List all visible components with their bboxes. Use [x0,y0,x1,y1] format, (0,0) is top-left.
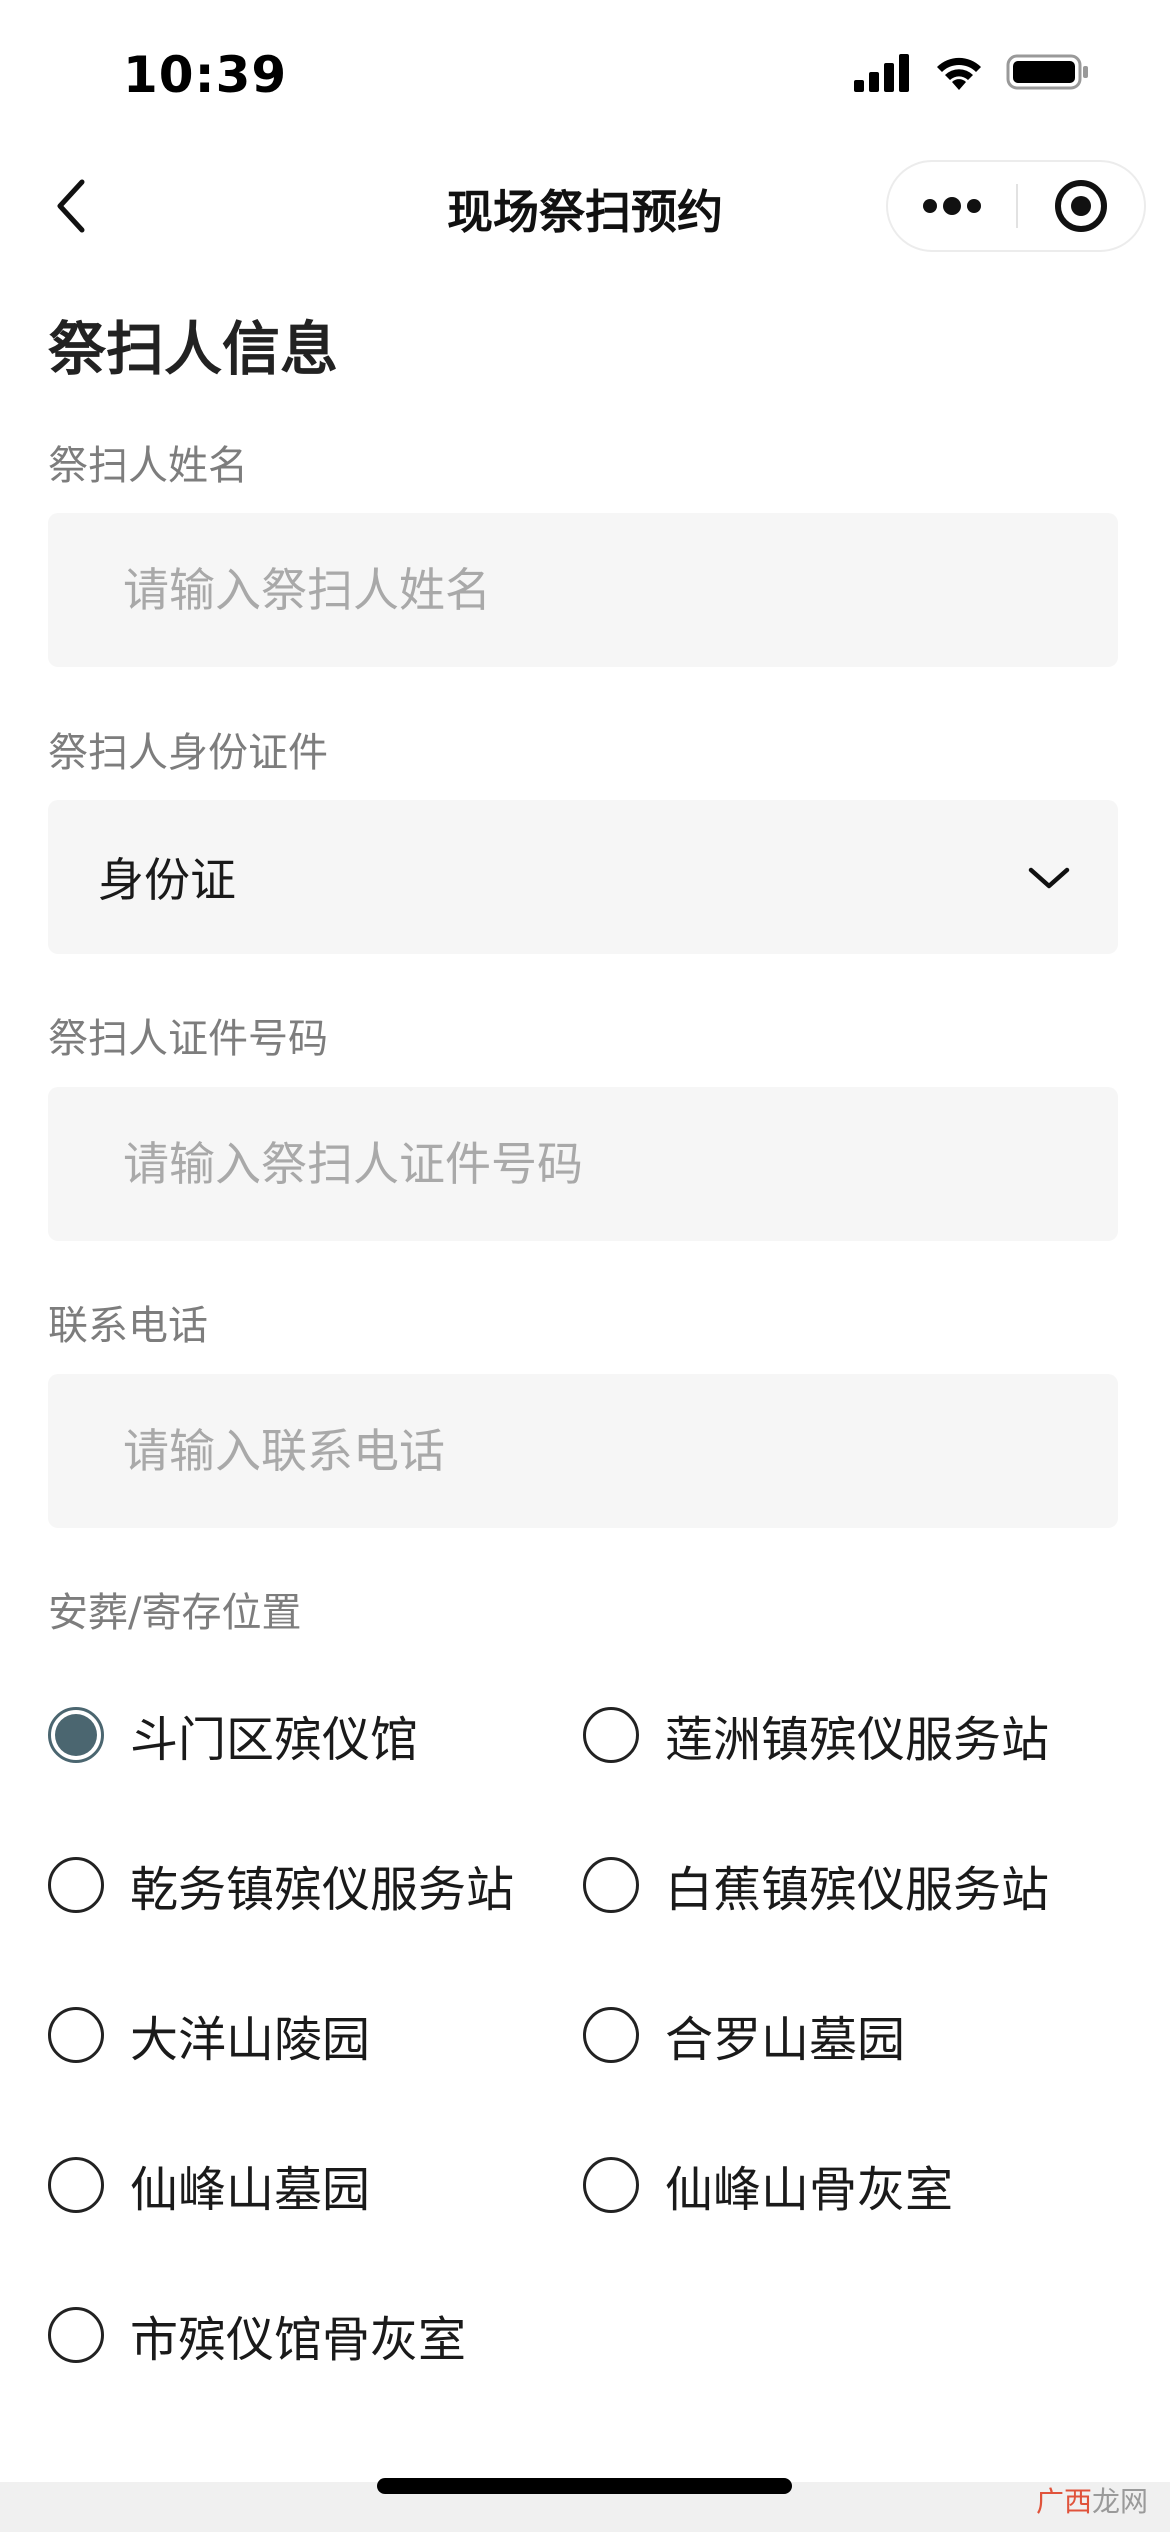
location-option-label: 大洋山陵园 [130,2012,371,2068]
radio-unchecked[interactable] [583,2157,639,2213]
location-option[interactable]: 斗门区殡仪馆 [48,1690,418,1780]
battery-icon [1006,54,1088,90]
id-type-value: 身份证 [98,853,236,907]
radio-unchecked[interactable] [48,2157,104,2213]
status-bar: 10:39 [0,0,1170,140]
wifi-icon [937,57,981,90]
id-number-label: 祭扫人证件号码 [48,1016,328,1062]
more-icon [923,197,981,215]
chevron-down-icon [1028,867,1070,889]
location-option[interactable]: 白蕉镇殡仪服务站 [583,1840,1049,1930]
radio-unchecked[interactable] [48,2307,104,2363]
section-title: 祭扫人信息 [48,315,339,383]
radio-unchecked[interactable] [583,1857,639,1913]
location-option-label: 斗门区殡仪馆 [130,1712,419,1768]
location-option[interactable]: 乾务镇殡仪服务站 [48,1840,514,1930]
radio-dot [55,1714,97,1756]
location-option-label: 白蕉镇殡仪服务站 [665,1862,1050,1918]
location-option[interactable]: 仙峰山墓园 [48,2140,370,2230]
name-field[interactable] [48,513,1118,667]
mini-program-capsule [886,160,1146,252]
location-option[interactable]: 大洋山陵园 [48,1990,370,2080]
watermark: 广西龙网 [1036,2480,1148,2520]
status-time: 10:39 [123,46,288,104]
radio-unchecked[interactable] [583,1707,639,1763]
radio-unchecked[interactable] [48,1857,104,1913]
id-number-field[interactable] [48,1087,1118,1241]
radio-checked[interactable] [48,1707,104,1763]
location-option-label: 莲洲镇殡仪服务站 [665,1712,1050,1768]
close-button[interactable] [1018,162,1144,250]
phone-label: 联系电话 [48,1303,208,1349]
location-option[interactable]: 市殡仪馆骨灰室 [48,2290,466,2380]
location-option-label: 仙峰山骨灰室 [665,2162,954,2218]
radio-unchecked[interactable] [583,2007,639,2063]
signal-icon [854,54,909,92]
location-option-label: 市殡仪馆骨灰室 [130,2312,467,2368]
id-type-label: 祭扫人身份证件 [48,730,328,776]
target-icon [1055,180,1107,232]
location-label: 安葬/寄存位置 [48,1590,302,1636]
watermark-part: 龙网 [1091,2485,1148,2518]
name-label: 祭扫人姓名 [48,443,248,489]
watermark-part: 广西 [1035,2485,1092,2518]
id-number-input[interactable] [121,1136,1118,1192]
name-input[interactable] [121,562,1118,618]
location-option-label: 乾务镇殡仪服务站 [130,1862,515,1918]
phone-input[interactable] [121,1423,1118,1479]
more-button[interactable] [888,162,1016,250]
nav-bar: 现场祭扫预约 [0,150,1170,262]
location-option[interactable]: 合罗山墓园 [583,1990,905,2080]
status-icons [854,52,1090,92]
home-indicator[interactable] [377,2478,792,2494]
id-type-select[interactable]: 身份证 [48,800,1118,954]
location-option[interactable]: 仙峰山骨灰室 [583,2140,953,2230]
location-option-label: 合罗山墓园 [665,2012,906,2068]
radio-unchecked[interactable] [48,2007,104,2063]
phone-field[interactable] [48,1374,1118,1528]
location-option[interactable]: 莲洲镇殡仪服务站 [583,1690,1049,1780]
location-option-label: 仙峰山墓园 [130,2162,371,2218]
